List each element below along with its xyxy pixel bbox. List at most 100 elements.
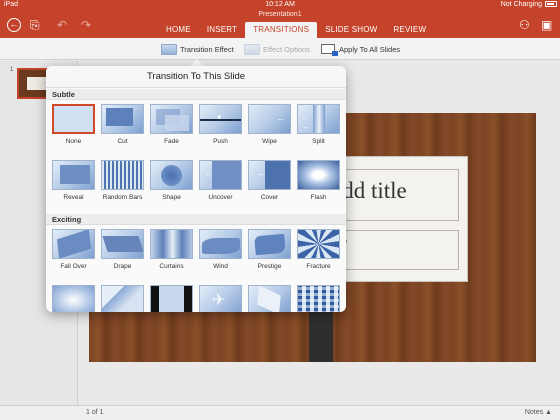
- flash-thumbnail: [297, 160, 340, 190]
- file-icon[interactable]: ⎘: [30, 19, 40, 31]
- tab-insert[interactable]: INSERT: [199, 22, 245, 38]
- fracture-thumbnail: [297, 229, 340, 259]
- popover-title: Transition To This Slide: [46, 66, 346, 88]
- battery-icon: [545, 1, 557, 7]
- exciting-transitions-grid: Fall Over Drape Curtains Wind Prestige F…: [49, 225, 343, 312]
- transition-row-partial-1[interactable]: [49, 281, 98, 312]
- transition-drape[interactable]: Drape: [98, 225, 147, 281]
- transition-row-partial-4[interactable]: [196, 281, 245, 312]
- transitions-toolbar: Transition Effect Effect Options Apply T…: [0, 38, 560, 60]
- transition-label: Push: [213, 138, 228, 145]
- clock: 10:12 AM: [265, 1, 295, 8]
- fade-thumbnail: [150, 104, 193, 134]
- transition-flash[interactable]: Flash: [294, 156, 343, 212]
- transition-wind[interactable]: Wind: [196, 225, 245, 281]
- share-icon[interactable]: ⚇: [519, 19, 530, 31]
- transition-wipe[interactable]: Wipe: [245, 100, 294, 156]
- push-thumbnail: [199, 104, 242, 134]
- transition-push[interactable]: Push: [196, 100, 245, 156]
- transition-shape[interactable]: Shape: [147, 156, 196, 212]
- page-curl-thumbnail: [150, 285, 193, 312]
- transition-popover: Transition To This Slide Subtle None Cut…: [46, 66, 346, 312]
- transition-effect-label: Transition Effect: [180, 44, 234, 54]
- wipe-thumbnail: [248, 104, 291, 134]
- transition-label: Wipe: [262, 138, 277, 145]
- transition-reveal[interactable]: Reveal: [49, 156, 98, 212]
- wind-thumbnail: [199, 229, 242, 259]
- crumple-thumbnail: [52, 285, 95, 312]
- status-bar: iPad 10:12 AM Not Charging: [0, 0, 560, 9]
- apply-to-all-label: Apply To All Slides: [339, 44, 401, 54]
- transition-fracture[interactable]: Fracture: [294, 225, 343, 281]
- apply-to-all-button[interactable]: Apply To All Slides: [321, 42, 400, 56]
- popover-arrow: [190, 59, 204, 66]
- subtle-transitions-grid: None Cut Fade Push Wipe Split Reveal Ra: [49, 100, 343, 212]
- transition-row-partial-2[interactable]: [98, 281, 147, 312]
- origami-thumbnail: [248, 285, 291, 312]
- transition-effect-button[interactable]: Transition Effect: [161, 42, 234, 56]
- present-icon[interactable]: ▣: [541, 19, 552, 31]
- undo-icon[interactable]: ↶: [57, 19, 67, 31]
- transition-label: Curtains: [159, 263, 184, 270]
- curtains-thumbnail: [150, 229, 193, 259]
- transition-none[interactable]: None: [49, 100, 98, 156]
- drape-thumbnail: [101, 229, 144, 259]
- transition-split[interactable]: Split: [294, 100, 343, 156]
- transition-row-partial-6[interactable]: [294, 281, 343, 312]
- transition-label: None: [65, 138, 82, 145]
- effect-options-label: Effect Options: [263, 44, 310, 54]
- tab-slide-show[interactable]: SLIDE SHOW: [317, 22, 385, 38]
- section-header-exciting: Exciting: [46, 214, 346, 225]
- ribbon-tabs: HOME INSERT TRANSITIONS SLIDE SHOW REVIE…: [158, 22, 434, 38]
- transition-prestige[interactable]: Prestige: [245, 225, 294, 281]
- peel-thumbnail: [101, 285, 144, 312]
- transition-label: Fade: [164, 138, 179, 145]
- none-thumbnail: [52, 104, 95, 134]
- transition-row-partial-3[interactable]: [147, 281, 196, 312]
- back-icon[interactable]: ←: [7, 18, 21, 32]
- slide-number: 1: [10, 67, 14, 73]
- section-header-subtle: Subtle: [46, 89, 346, 100]
- transition-row-partial-5[interactable]: [245, 281, 294, 312]
- shape-thumbnail: [150, 160, 193, 190]
- apply-all-icon: [321, 44, 338, 56]
- tab-home[interactable]: HOME: [158, 22, 199, 38]
- page-indicator: 1 of 1: [86, 409, 104, 416]
- uncover-thumbnail: [199, 160, 242, 190]
- checker-thumbnail: [297, 285, 340, 312]
- transition-fade[interactable]: Fade: [147, 100, 196, 156]
- notes-button[interactable]: Notes ▲: [525, 409, 552, 416]
- transition-cut[interactable]: Cut: [98, 100, 147, 156]
- tab-transitions[interactable]: TRANSITIONS: [245, 22, 318, 38]
- reveal-thumbnail: [52, 160, 95, 190]
- redo-icon[interactable]: ↷: [81, 19, 91, 31]
- effect-options-button[interactable]: Effect Options: [244, 42, 310, 56]
- transition-label: Cut: [117, 138, 128, 145]
- transition-random-bars[interactable]: Random Bars: [98, 156, 147, 212]
- random-bars-thumbnail: [101, 160, 144, 190]
- charging-status: Not Charging: [500, 1, 542, 8]
- document-title: Presentation1: [258, 11, 302, 18]
- title-bar: Presentation1 ← ⎘ ↶ ↷ HOME INSERT TRANSI…: [0, 9, 560, 38]
- transition-label: Fracture: [306, 263, 331, 270]
- cover-thumbnail: [248, 160, 291, 190]
- transition-uncover[interactable]: Uncover: [196, 156, 245, 212]
- cut-thumbnail: [101, 104, 144, 134]
- transition-cover[interactable]: Cover: [245, 156, 294, 212]
- transition-label: Reveal: [63, 194, 84, 201]
- transition-label: Flash: [310, 194, 327, 201]
- transition-label: Uncover: [208, 194, 233, 201]
- airplane-thumbnail: [199, 285, 242, 312]
- transition-label: Cover: [260, 194, 279, 201]
- transition-fall-over[interactable]: Fall Over: [49, 225, 98, 281]
- transition-curtains[interactable]: Curtains: [147, 225, 196, 281]
- tab-review[interactable]: REVIEW: [385, 22, 434, 38]
- effect-options-icon: [244, 43, 260, 55]
- transition-label: Wind: [213, 263, 228, 270]
- transition-label: Random Bars: [102, 194, 143, 201]
- split-thumbnail: [297, 104, 340, 134]
- transition-label: Shape: [162, 194, 181, 201]
- fall-over-thumbnail: [52, 229, 95, 259]
- transition-label: Drape: [113, 263, 132, 270]
- transition-effect-icon: [161, 43, 177, 55]
